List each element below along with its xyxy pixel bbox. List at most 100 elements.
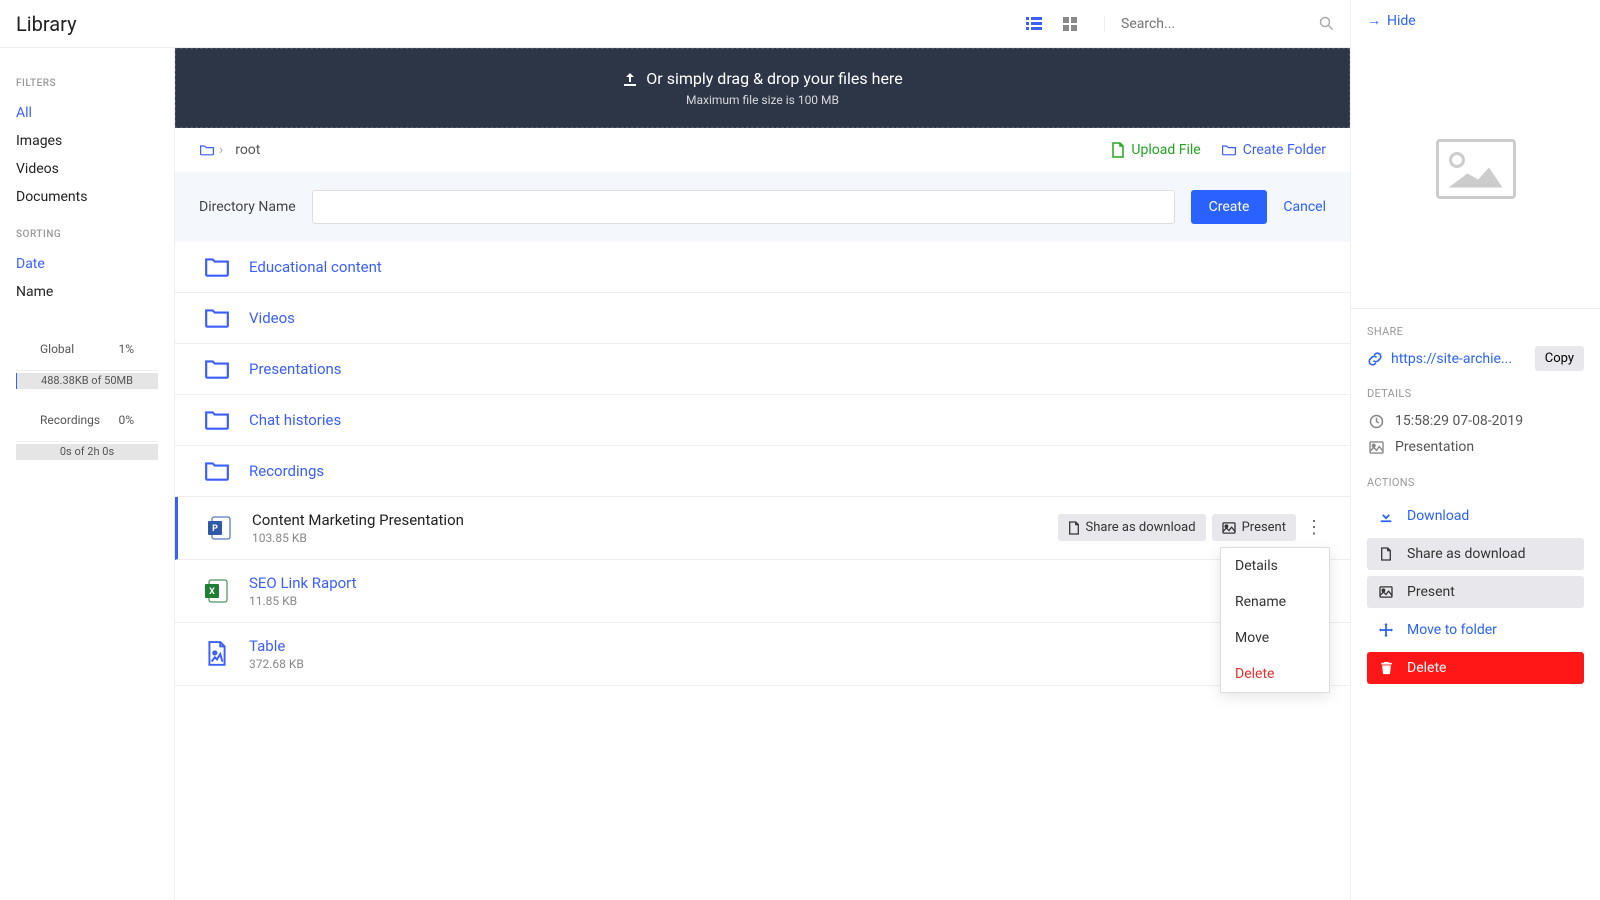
breadcrumb-root[interactable]: root bbox=[235, 142, 260, 158]
upload-icon bbox=[622, 71, 638, 87]
file-row[interactable]: Table 372.68 KB bbox=[175, 623, 1350, 686]
dropzone[interactable]: Or simply drag & drop your files here Ma… bbox=[175, 48, 1350, 128]
svg-text:X: X bbox=[209, 587, 215, 597]
create-folder-label: Create Folder bbox=[1243, 142, 1326, 158]
download-icon bbox=[1377, 509, 1395, 523]
present-button[interactable]: Present bbox=[1212, 514, 1296, 541]
menu-rename[interactable]: Rename bbox=[1221, 584, 1329, 620]
upload-file-button[interactable]: Upload File bbox=[1111, 142, 1200, 158]
create-folder-button[interactable]: Create Folder bbox=[1221, 142, 1326, 158]
list-icon bbox=[1026, 17, 1042, 31]
filter-videos[interactable]: Videos bbox=[16, 155, 158, 183]
filter-documents[interactable]: Documents bbox=[16, 183, 158, 211]
folder-row[interactable]: Educational content bbox=[175, 242, 1350, 293]
item-name: Content Marketing Presentation bbox=[252, 511, 464, 529]
powerpoint-icon: P bbox=[202, 515, 238, 541]
file-row[interactable]: P Content Marketing Presentation 103.85 … bbox=[175, 497, 1350, 560]
action-move[interactable]: Move to folder bbox=[1367, 614, 1584, 646]
create-directory-form: Directory Name Create Cancel bbox=[175, 172, 1350, 242]
folder-icon bbox=[1221, 143, 1237, 157]
item-name: Educational content bbox=[249, 258, 382, 276]
file-icon bbox=[1111, 142, 1125, 158]
storage-pct: 1% bbox=[118, 342, 134, 356]
upload-file-label: Upload File bbox=[1131, 142, 1200, 158]
more-menu-button[interactable]: ⋮ bbox=[1302, 517, 1326, 538]
folder-row[interactable]: Videos bbox=[175, 293, 1350, 344]
search-input[interactable] bbox=[1121, 16, 1319, 32]
clock-icon bbox=[1367, 414, 1385, 429]
filter-images[interactable]: Images bbox=[16, 127, 158, 155]
storage-pct: 0% bbox=[118, 413, 134, 427]
link-icon bbox=[1367, 351, 1383, 367]
arrow-right-icon: → bbox=[1367, 12, 1381, 29]
item-name: Presentations bbox=[249, 360, 342, 378]
item-name: Recordings bbox=[249, 462, 324, 480]
hide-panel-button[interactable]: → Hide bbox=[1367, 12, 1584, 29]
sort-date[interactable]: Date bbox=[16, 250, 158, 278]
view-list-button[interactable] bbox=[1020, 10, 1048, 38]
share-heading: SHARE bbox=[1367, 325, 1584, 338]
hide-label: Hide bbox=[1387, 13, 1416, 29]
chevron-right-icon: › bbox=[219, 142, 223, 158]
folder-row[interactable]: Chat histories bbox=[175, 395, 1350, 446]
share-url[interactable]: https://site-archie... bbox=[1391, 351, 1527, 367]
svg-text:P: P bbox=[212, 524, 218, 534]
present-label: Present bbox=[1242, 520, 1286, 535]
storage-label: Global bbox=[40, 342, 74, 356]
action-present[interactable]: Present bbox=[1367, 576, 1584, 608]
context-menu: Details Rename Move Delete bbox=[1220, 547, 1330, 693]
dropzone-subtext: Maximum file size is 100 MB bbox=[196, 93, 1329, 107]
storage-text: 0s of 2h 0s bbox=[60, 445, 114, 458]
actions-heading: ACTIONS bbox=[1367, 476, 1584, 489]
detail-filetype: Presentation bbox=[1395, 439, 1474, 455]
filters-heading: FILTERS bbox=[16, 78, 158, 89]
image-icon bbox=[1367, 441, 1385, 454]
file-icon bbox=[1377, 547, 1395, 561]
folder-row[interactable]: Recordings bbox=[175, 446, 1350, 497]
menu-move[interactable]: Move bbox=[1221, 620, 1329, 656]
folder-row[interactable]: Presentations bbox=[175, 344, 1350, 395]
action-delete[interactable]: Delete bbox=[1367, 652, 1584, 684]
storage-label: Recordings bbox=[40, 413, 100, 427]
action-label: Present bbox=[1407, 584, 1455, 600]
item-name: SEO Link Raport bbox=[249, 574, 357, 592]
detail-timestamp: 15:58:29 07-08-2019 bbox=[1395, 413, 1523, 429]
menu-details[interactable]: Details bbox=[1221, 548, 1329, 584]
details-heading: DETAILS bbox=[1367, 387, 1584, 400]
cancel-button[interactable]: Cancel bbox=[1283, 199, 1326, 215]
storage-recordings: Recordings 0% 0s of 2h 0s bbox=[16, 399, 158, 460]
filter-all[interactable]: All bbox=[16, 99, 158, 127]
item-name: Videos bbox=[249, 309, 295, 327]
grid-icon bbox=[1063, 17, 1077, 31]
action-download[interactable]: Download bbox=[1367, 500, 1584, 532]
item-size: 372.68 KB bbox=[249, 657, 304, 671]
view-grid-button[interactable] bbox=[1056, 10, 1084, 38]
copy-button[interactable]: Copy bbox=[1535, 346, 1584, 371]
dropzone-text: Or simply drag & drop your files here bbox=[646, 69, 902, 88]
search-icon bbox=[1319, 16, 1334, 31]
image-placeholder-icon bbox=[1436, 139, 1516, 199]
file-row[interactable]: X SEO Link Raport 11.85 KB bbox=[175, 560, 1350, 623]
directory-name-input[interactable] bbox=[312, 190, 1175, 224]
image-icon bbox=[1222, 522, 1236, 534]
folder-open-icon bbox=[199, 143, 215, 157]
create-button[interactable]: Create bbox=[1191, 190, 1268, 224]
folder-icon bbox=[199, 460, 235, 482]
action-label: Share as download bbox=[1407, 546, 1526, 562]
share-download-button[interactable]: Share as download bbox=[1058, 514, 1206, 541]
item-size: 103.85 KB bbox=[252, 531, 464, 545]
preview-area bbox=[1351, 29, 1600, 309]
storage-text: 488.38KB of 50MB bbox=[41, 374, 133, 387]
file-icon bbox=[1068, 521, 1080, 535]
action-label: Delete bbox=[1407, 660, 1446, 676]
menu-delete[interactable]: Delete bbox=[1221, 656, 1329, 692]
action-share-download[interactable]: Share as download bbox=[1367, 538, 1584, 570]
image-icon bbox=[1377, 586, 1395, 598]
item-name: Chat histories bbox=[249, 411, 341, 429]
file-list: Educational content Videos Presentations bbox=[175, 242, 1350, 686]
page-title: Library bbox=[16, 12, 176, 36]
item-size: 11.85 KB bbox=[249, 594, 357, 608]
sorting-heading: SORTING bbox=[16, 229, 158, 240]
excel-icon: X bbox=[199, 578, 235, 604]
sort-name[interactable]: Name bbox=[16, 278, 158, 306]
